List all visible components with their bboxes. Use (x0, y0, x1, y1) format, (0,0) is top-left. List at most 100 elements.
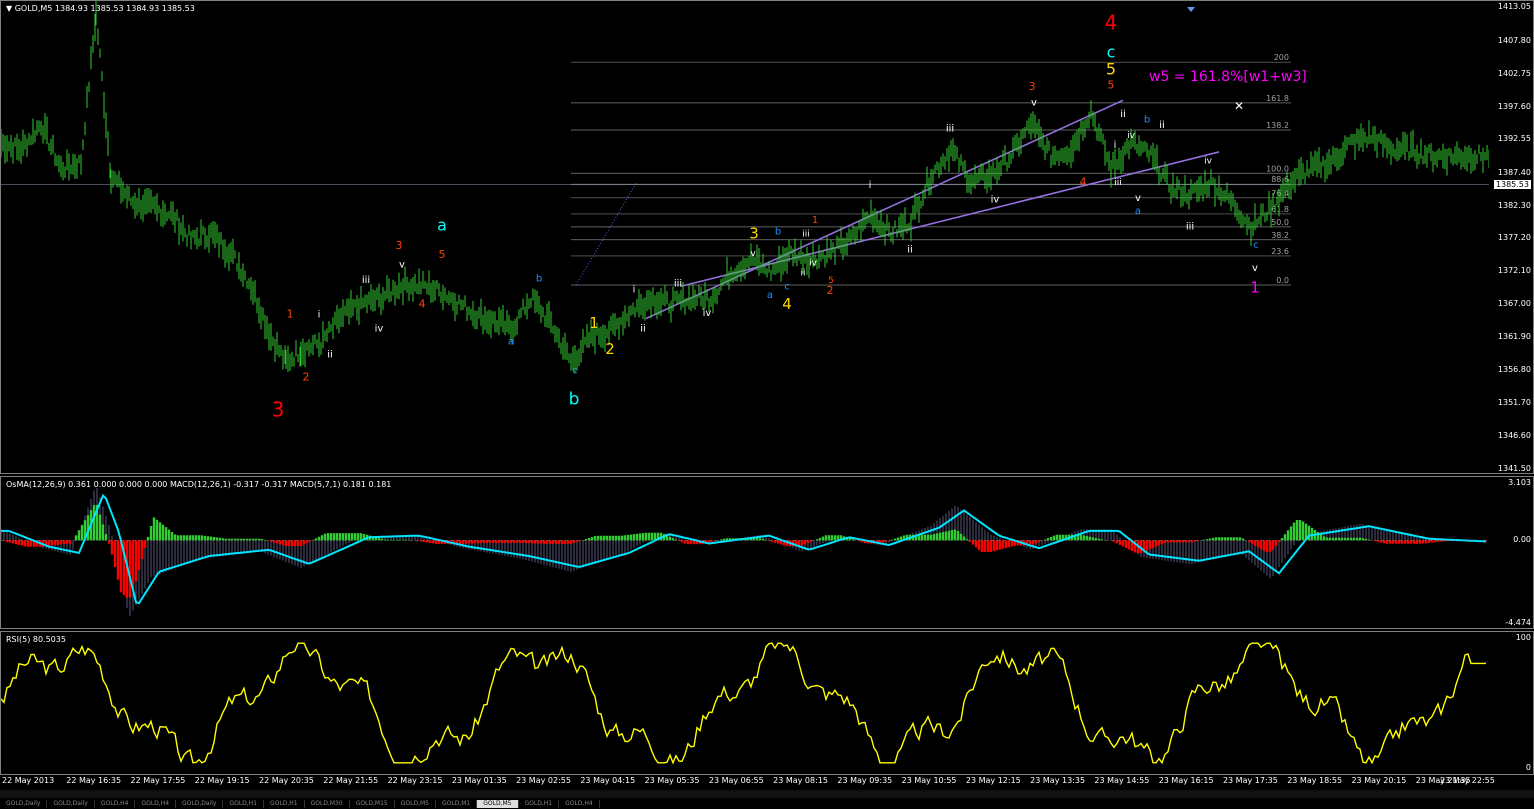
macd-panel[interactable]: OsMA(12,26,9) 0.361 0.000 0.000 0.000 MA… (0, 476, 1534, 629)
rsi-panel[interactable]: RSI(5) 80.5035 100 0 (0, 631, 1534, 775)
time-axis-label: 23 May 12:15 (965, 776, 1021, 785)
wave-label: 3 (272, 398, 285, 422)
wave-label: 4 (1105, 10, 1118, 34)
price-panel[interactable]: ▼ GOLD,M5 1384.93 1385.53 1384.93 1385.5… (0, 0, 1534, 474)
macd-axis: 3.103 0.00 -4.474 (1489, 477, 1533, 628)
chart-tab[interactable]: GOLD,H4 (559, 800, 600, 808)
dotted-projection-line (575, 181, 638, 286)
wave-label: v (750, 249, 756, 259)
wave-label: a (767, 290, 773, 301)
fib-level-label: 23.6 (1271, 247, 1289, 256)
wave-label: 5 (1108, 79, 1115, 92)
fib-level-label: 38.2 (1271, 231, 1289, 240)
fib-level-label: 88.6 (1271, 175, 1289, 184)
time-axis-label: 22 May 16:35 (66, 776, 122, 785)
wave-label: iii (802, 230, 810, 240)
fib-level-label: 0.0 (1276, 276, 1289, 285)
time-axis-label: 23 May 14:55 (1094, 776, 1150, 785)
wave-label: ii (1159, 120, 1165, 131)
current-price-badge: 1385.53 (1493, 179, 1531, 189)
fib-level-label: 138.2 (1266, 121, 1289, 130)
wave-label: 4 (1080, 176, 1087, 189)
wave-label: 2 (303, 371, 310, 384)
wave-label: c (784, 281, 790, 292)
chart-tab[interactable]: GOLD,Daily (176, 800, 224, 808)
chart-tab[interactable]: GOLD,Daily (47, 800, 95, 808)
wave-label: 2 (827, 284, 834, 297)
time-axis-label: 23 May 02:55 (516, 776, 571, 785)
wave-label: iii (946, 123, 954, 134)
price-tick: 1351.70 (1497, 398, 1531, 408)
wave-label: 2 (605, 340, 615, 358)
rsi-tick: 100 (1515, 633, 1531, 642)
time-axis-label: 23 May 22:55 (1440, 776, 1495, 785)
chart-tab[interactable]: GOLD,M1 (436, 800, 478, 808)
wave-label: 1 (812, 215, 818, 226)
wave-label: b (1144, 114, 1150, 125)
trend-line-lower (680, 151, 1220, 288)
wave-label: iii (674, 278, 682, 289)
macd-tick: 0.00 (1513, 535, 1531, 545)
price-tick: 1361.90 (1497, 332, 1531, 342)
trend-line-upper (645, 99, 1124, 320)
wave-label: iv (1204, 157, 1213, 167)
price-tick: 1346.60 (1497, 431, 1531, 441)
target-x-marker: ✕ (1234, 99, 1244, 113)
time-axis-label: 22 May 20:35 (259, 776, 314, 785)
wave-label: a (508, 336, 514, 347)
chart-tab[interactable]: GOLD,H4 (135, 800, 177, 808)
wave-label: iv (375, 323, 384, 334)
wave-label: 1 (1250, 279, 1260, 297)
chart-tab[interactable]: GOLD,H4 (95, 800, 136, 808)
time-axis-label: 22 May 23:15 (387, 776, 443, 785)
time-axis-label: 22 May 2013 (2, 776, 55, 785)
wave-label: v (1252, 263, 1258, 274)
chart-tab[interactable]: GOLD,H1 (223, 800, 265, 808)
wave-label: iv (703, 308, 712, 319)
time-axis-label: 22 May 21:55 (323, 776, 379, 785)
wave-label: v (1135, 193, 1141, 204)
macd-tick: 3.103 (1508, 478, 1531, 487)
time-axis-label: 23 May 04:15 (580, 776, 636, 785)
chart-tab[interactable]: GOLD,M5 (395, 800, 436, 808)
rsi-axis: 100 0 (1489, 632, 1533, 774)
price-tick: 1402.75 (1497, 68, 1531, 78)
chart-tab[interactable]: GOLD,Daily (0, 800, 48, 808)
rsi-chart (1, 642, 1486, 765)
fib-level-label: 76.4 (1271, 189, 1289, 198)
price-tick: 1372.10 (1497, 266, 1531, 276)
wave-label: 1 (287, 307, 294, 320)
wave-label: iv (809, 259, 818, 269)
macd-chart (1, 487, 1489, 617)
time-axis-label: 23 May 18:55 (1287, 776, 1343, 785)
fib-level-label: 61.8 (1271, 205, 1289, 214)
wave-label: ii (327, 349, 333, 360)
price-tick: 1413.05 (1497, 2, 1531, 11)
time-axis-label: 23 May 13:35 (1030, 776, 1086, 785)
wave-label: i (633, 285, 636, 296)
wave-label: a (1135, 206, 1141, 217)
shift-marker-icon (1187, 7, 1195, 12)
price-tick: 1367.00 (1497, 299, 1531, 309)
wave-label: v (1031, 97, 1037, 108)
wave-label: iii (1186, 221, 1194, 232)
price-tick: 1387.40 (1497, 167, 1531, 177)
chart-tab[interactable]: GOLD,H1 (264, 800, 305, 808)
chart-tab[interactable]: GOLD,M5 (477, 800, 519, 808)
wave-label: ii (800, 268, 805, 278)
wave-label: i (318, 309, 321, 320)
time-axis-label: 23 May 06:55 (708, 776, 764, 785)
wave-label: i (869, 180, 872, 191)
wave-label: b (536, 274, 542, 285)
time-axis-label: 23 May 05:35 (644, 776, 700, 785)
wave-label: v (399, 260, 405, 271)
chart-tab[interactable]: GOLD,M15 (350, 800, 395, 808)
time-axis-label: 23 May 20:15 (1351, 776, 1407, 785)
wave-label: 4 (419, 298, 426, 311)
fib-level-label: 161.8 (1266, 94, 1289, 103)
wave-label: i (1114, 140, 1117, 151)
time-axis-label: 22 May 19:15 (194, 776, 250, 785)
rsi-tick: 0 (1525, 763, 1531, 772)
chart-tab[interactable]: GOLD,H1 (519, 800, 560, 808)
chart-tab[interactable]: GOLD,M30 (305, 800, 350, 808)
